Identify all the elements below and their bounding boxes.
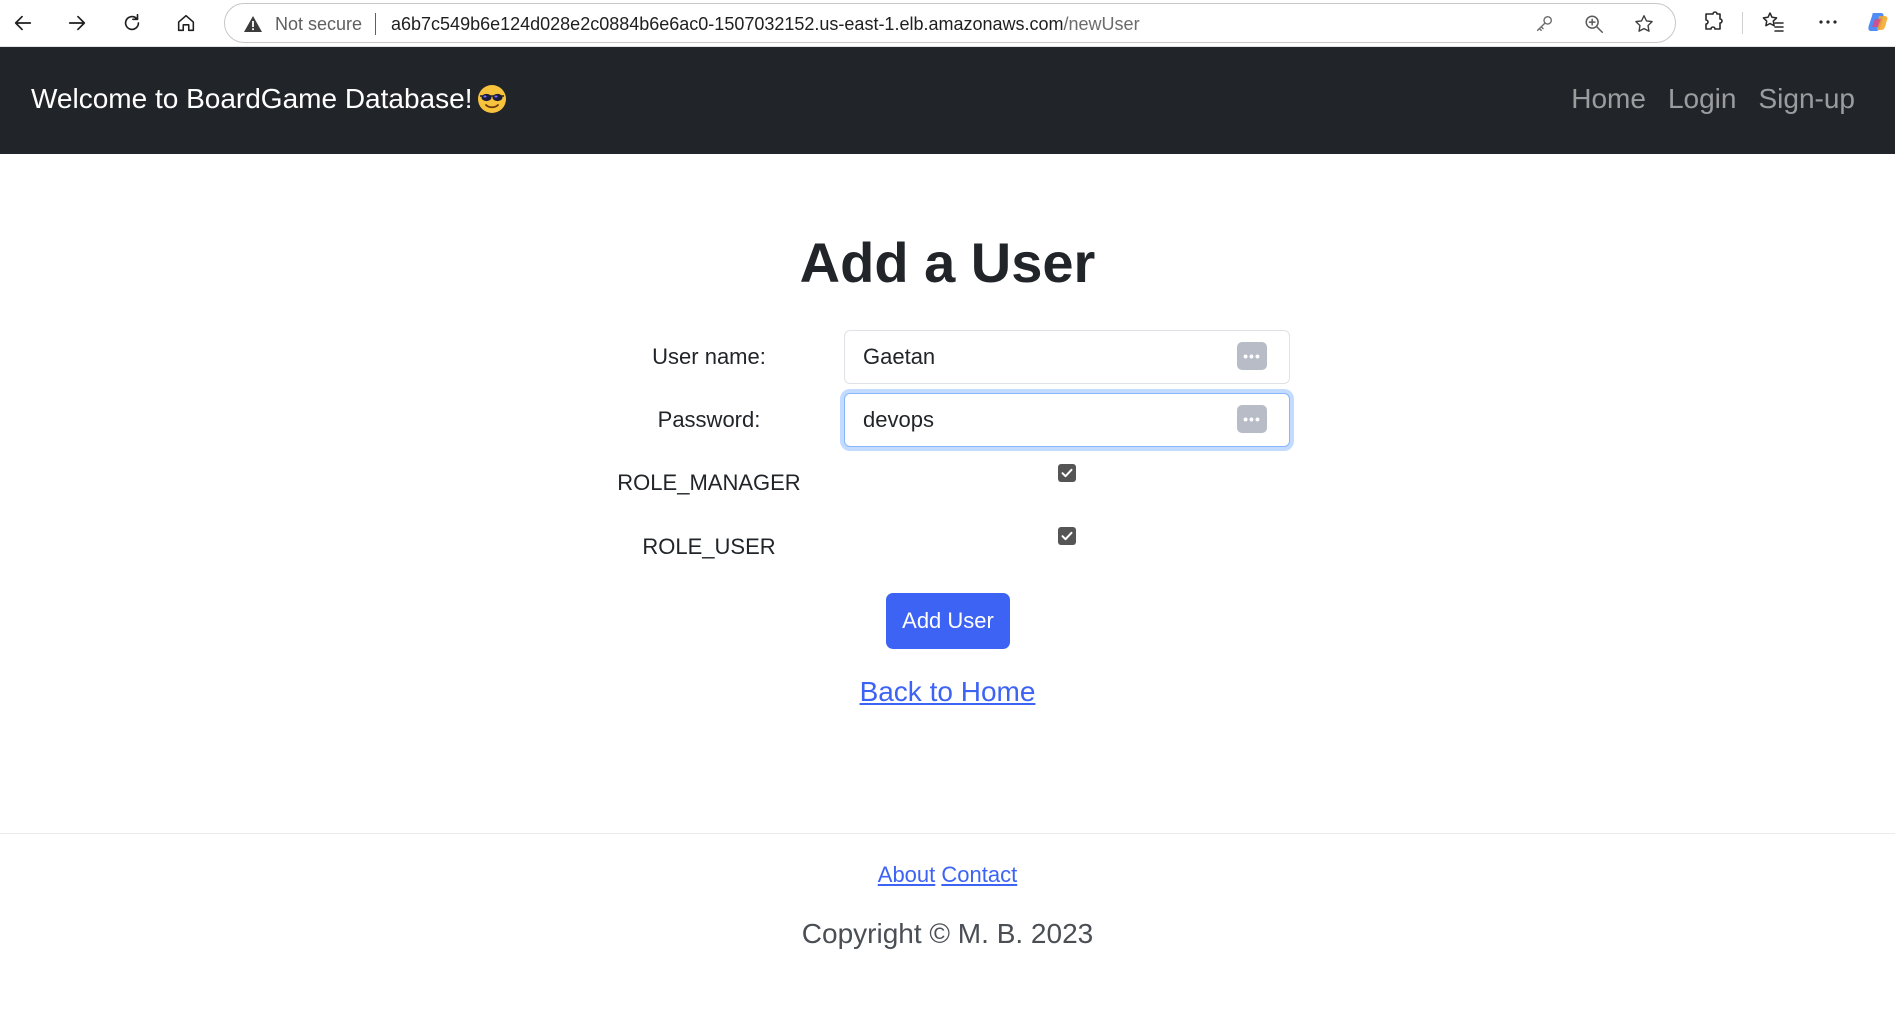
url-host: a6b7c549b6e124d028e2c0884b6e6ac0-1507032… bbox=[391, 14, 1064, 34]
footer-divider bbox=[0, 833, 1895, 834]
brand[interactable]: Welcome to BoardGame Database! bbox=[31, 83, 508, 115]
password-label: Password: bbox=[657, 407, 761, 432]
brand-text: Welcome to BoardGame Database! bbox=[31, 83, 473, 114]
password-field[interactable] bbox=[844, 393, 1290, 447]
zoom-icon[interactable] bbox=[1583, 13, 1605, 35]
role-manager-checkbox[interactable] bbox=[1058, 464, 1076, 482]
extensions-icon[interactable] bbox=[1701, 10, 1725, 34]
site-navbar: Welcome to BoardGame Database! Home Logi… bbox=[0, 47, 1895, 154]
forward-button[interactable] bbox=[59, 6, 95, 40]
role-manager-label: ROLE_MANAGER bbox=[617, 470, 801, 495]
url-text[interactable]: a6b7c549b6e124d028e2c0884b6e6ac0-1507032… bbox=[391, 14, 1140, 35]
back-link-row: Back to Home bbox=[0, 676, 1895, 708]
reload-icon bbox=[124, 13, 140, 31]
footer-links: About Contact bbox=[0, 862, 1895, 888]
key-icon[interactable] bbox=[1533, 13, 1555, 35]
about-link[interactable]: About bbox=[878, 862, 936, 887]
back-button[interactable] bbox=[5, 6, 41, 40]
username-label: User name: bbox=[652, 344, 766, 369]
password-manager-icon[interactable]: ••• bbox=[1237, 342, 1267, 370]
forward-arrow-icon bbox=[68, 15, 86, 31]
toolbar-divider bbox=[1742, 12, 1743, 34]
browser-toolbar: Not secure a6b7c549b6e124d028e2c0884b6e6… bbox=[0, 0, 1895, 47]
reload-button[interactable] bbox=[114, 6, 150, 40]
contact-link[interactable]: Contact bbox=[941, 862, 1017, 887]
home-button[interactable] bbox=[168, 6, 204, 40]
star-icon[interactable] bbox=[1633, 13, 1655, 35]
nav-login-link[interactable]: Login bbox=[1668, 83, 1737, 115]
security-label[interactable]: Not secure bbox=[275, 14, 362, 35]
copyright-text: Copyright © M. B. 2023 bbox=[801, 918, 1094, 949]
favorites-icon[interactable] bbox=[1761, 10, 1785, 34]
nav-links: Home Login Sign-up bbox=[1571, 83, 1855, 115]
role-user-checkbox[interactable] bbox=[1058, 527, 1076, 545]
role-user-label: ROLE_USER bbox=[642, 534, 776, 559]
back-to-home-link[interactable]: Back to Home bbox=[860, 676, 1036, 707]
add-user-button[interactable]: Add User bbox=[886, 593, 1010, 649]
username-field[interactable] bbox=[844, 330, 1290, 384]
sunglasses-emoji-icon bbox=[478, 85, 507, 113]
nav-signup-link[interactable]: Sign-up bbox=[1758, 83, 1855, 115]
checkmark-icon bbox=[1061, 468, 1073, 478]
url-path: /newUser bbox=[1063, 14, 1140, 34]
nav-home-link[interactable]: Home bbox=[1571, 83, 1646, 115]
checkmark-icon bbox=[1061, 531, 1073, 541]
warning-icon[interactable] bbox=[243, 14, 263, 34]
copilot-icon[interactable] bbox=[1866, 10, 1890, 34]
address-separator bbox=[375, 13, 376, 35]
more-icon[interactable] bbox=[1816, 10, 1840, 34]
home-icon bbox=[177, 14, 195, 32]
password-manager-icon[interactable]: ••• bbox=[1237, 405, 1267, 433]
back-arrow-icon bbox=[14, 15, 32, 31]
page-title: Add a User bbox=[799, 231, 1096, 294]
address-bar[interactable]: Not secure a6b7c549b6e124d028e2c0884b6e6… bbox=[224, 3, 1676, 43]
